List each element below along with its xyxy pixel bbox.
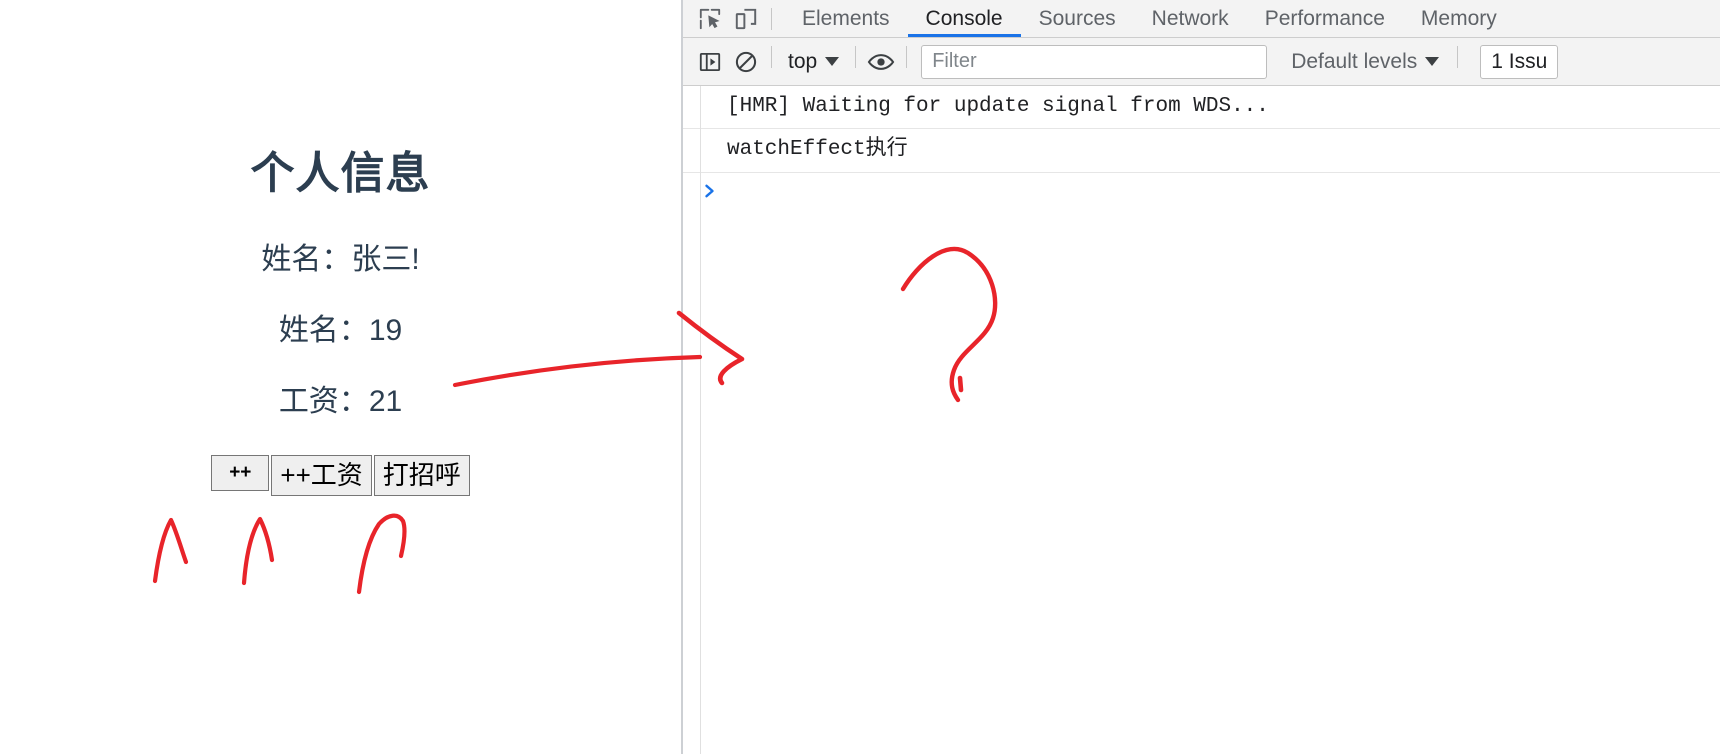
console-gutter-rule [700,86,701,754]
tab-sources[interactable]: Sources [1021,0,1134,37]
devtools-tool-icons [683,0,784,37]
toolbar-separator-2 [771,46,772,68]
console-message: watchEffect执行 [683,129,1720,173]
devtools-tabbar: Elements Console Sources Network Perform… [683,0,1720,38]
console-message-list[interactable]: [HMR] Waiting for update signal from WDS… [683,86,1720,754]
increment-button[interactable]: ++ [211,455,270,492]
clear-console-icon[interactable] [729,47,763,77]
info-value-name: 张三! [351,243,420,277]
prompt-caret-icon [701,181,719,205]
live-expression-eye-icon[interactable] [864,47,898,77]
toolbar-separator-3 [855,46,857,68]
greet-button[interactable]: 打招呼 [373,455,470,496]
personal-info-card: 个人信息 姓名：张三! 姓名：19 工资：21 ++ ++工资 打招呼 [0,0,681,496]
log-levels-label: Default levels [1291,49,1418,73]
toolbar-separator [771,8,772,30]
info-row-name: 姓名：张三! [0,242,681,278]
tab-network[interactable]: Network [1134,0,1247,37]
log-levels-selector[interactable]: Default levels [1281,48,1449,76]
info-row-age: 姓名：19 [0,313,681,349]
tab-elements[interactable]: Elements [784,0,908,37]
increment-salary-button[interactable]: ++工资 [271,455,372,496]
chevron-down-icon [825,57,840,66]
info-label-salary: 工资： [278,385,369,419]
issues-button[interactable]: 1 Issu [1480,44,1559,79]
info-label-age: 姓名： [278,314,369,348]
execution-context-label: top [788,49,818,73]
execution-context-selector[interactable]: top [780,48,847,76]
chevron-down-icon-2 [1425,57,1440,66]
devtools-panel: Elements Console Sources Network Perform… [683,0,1720,754]
info-value-age: 19 [368,314,403,348]
console-message: [HMR] Waiting for update signal from WDS… [683,86,1720,130]
console-prompt[interactable] [683,173,1720,217]
inspect-element-icon[interactable] [693,4,727,34]
info-value-salary: 21 [368,385,403,419]
info-row-salary: 工资：21 [0,384,681,420]
console-sidebar-icon[interactable] [693,47,727,77]
console-toolbar: top Default levels 1 Issu [683,38,1720,86]
info-label-name: 姓名： [261,243,352,277]
tab-performance[interactable]: Performance [1247,0,1403,37]
toolbar-separator-5 [1457,46,1459,68]
filter-input[interactable] [921,44,1268,79]
tab-console[interactable]: Console [907,0,1021,37]
devtools-tabs: Elements Console Sources Network Perform… [784,0,1515,37]
device-toolbar-icon[interactable] [729,4,763,34]
page-viewport: 个人信息 姓名：张三! 姓名：19 工资：21 ++ ++工资 打招呼 [0,0,683,754]
toolbar-separator-4 [906,46,908,68]
screenshot-root: 个人信息 姓名：张三! 姓名：19 工资：21 ++ ++工资 打招呼 Elem… [0,0,1720,754]
page-title: 个人信息 [250,149,431,198]
tab-memory[interactable]: Memory [1403,0,1515,37]
action-button-row: ++ ++工资 打招呼 [0,455,681,496]
